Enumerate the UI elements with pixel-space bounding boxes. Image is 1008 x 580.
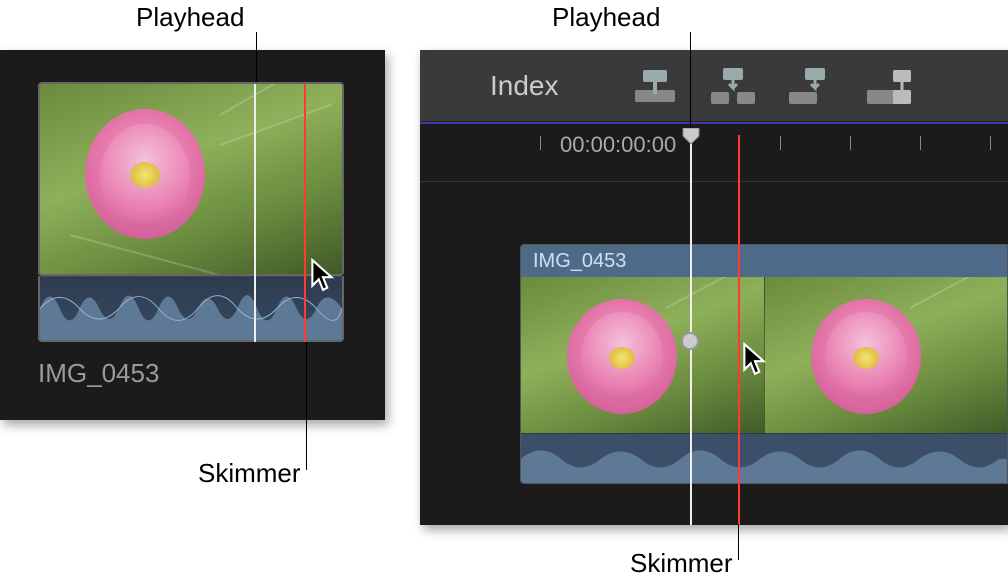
callout-line [306,342,307,470]
timeline-clip-waveform [521,433,1007,483]
callout-playhead-right: Playhead [552,2,660,33]
timeline-thumbnail [765,277,1008,435]
timeline-skimmer[interactable] [738,135,740,525]
callout-skimmer-left: Skimmer [198,458,301,489]
overwrite-button[interactable] [863,66,915,106]
timeline-toolbar: Index [420,50,1008,122]
timeline-body[interactable]: IMG_0453 [420,182,1008,525]
timeline-thumbnail [521,277,765,435]
timeline-clip-title: IMG_0453 [521,245,1007,277]
playhead-head-icon [681,128,701,144]
timeline-panel: Index 00:00:00:00 IMG_0453 [420,50,1008,525]
browser-playhead[interactable] [254,84,256,342]
insert-button[interactable] [707,66,759,106]
browser-clip[interactable] [38,82,344,342]
callout-line [738,524,739,560]
browser-panel: IMG_0453 [0,50,385,420]
toolbar-edit-buttons [629,66,915,106]
callout-line [256,32,257,82]
callout-playhead-left: Playhead [136,2,244,33]
callout-skimmer-right: Skimmer [630,548,733,579]
browser-skimmer[interactable] [304,84,306,342]
timeline-ruler[interactable]: 00:00:00:00 [420,122,1008,182]
ruler-timecode: 00:00:00:00 [560,132,676,158]
browser-clip-thumbnail[interactable] [38,82,344,276]
timeline-clip[interactable]: IMG_0453 [520,244,1008,484]
timeline-playhead[interactable] [690,128,692,525]
index-button[interactable]: Index [490,70,559,102]
playhead-knob-icon [681,332,699,350]
connect-button[interactable] [629,66,681,106]
callout-line [690,32,691,128]
browser-clip-waveform [38,276,344,342]
timeline-clip-thumbnails [521,277,1007,435]
append-button[interactable] [785,66,837,106]
browser-clip-name: IMG_0453 [38,358,159,389]
